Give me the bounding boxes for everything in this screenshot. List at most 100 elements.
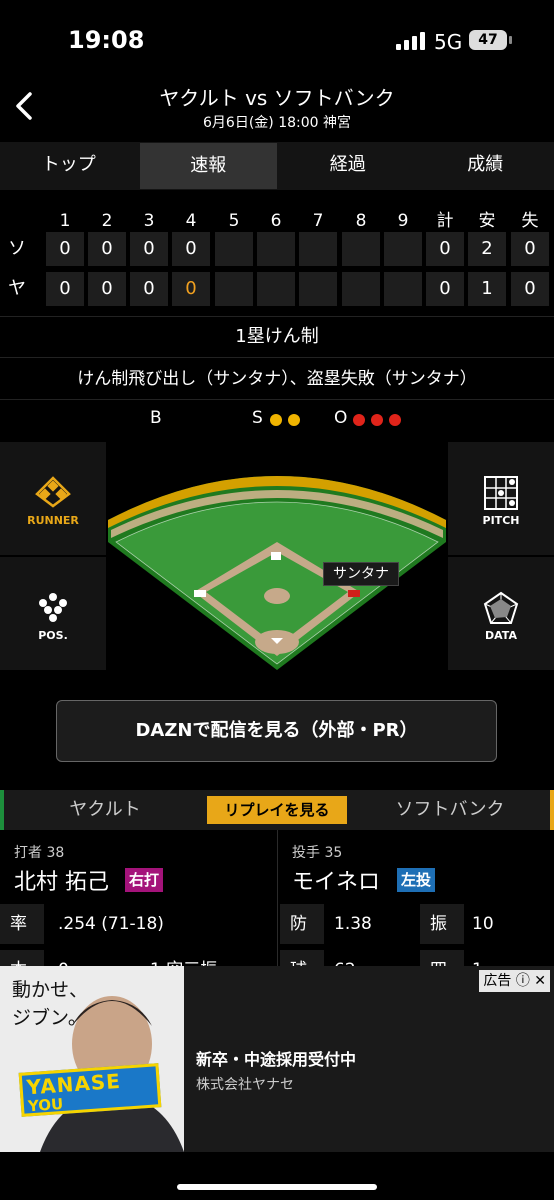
inning-score (257, 232, 295, 266)
strike-indicator (270, 414, 282, 426)
ad-title: 新卒・中途採用受付中 (196, 1050, 357, 1069)
total-hits: 2 (468, 232, 506, 266)
inning-score-current: 0 (172, 272, 210, 306)
batter-hand-badge: 右打 (125, 868, 164, 892)
inning-score: 0 (88, 272, 126, 306)
home-team-tab[interactable]: ヤクルト (30, 790, 180, 830)
dazn-stream-button[interactable]: DAZNで配信を見る（外部・PR） (56, 700, 497, 762)
away-team-color (550, 790, 554, 830)
pitcher-role: 投手 35 (292, 845, 343, 861)
logo-text: YOU (27, 1094, 64, 1116)
team-abbr: ソ (8, 238, 26, 259)
game-info: 6月6日(金) 18:00 神宮 (203, 115, 351, 131)
logo-text: YANASE (25, 1068, 122, 1100)
tab-stats[interactable]: 成績 (417, 142, 554, 190)
runner-diamond-icon (35, 476, 71, 508)
total-errors: 0 (511, 272, 549, 306)
stat-label: 防 (280, 904, 324, 944)
signal-icon (396, 32, 426, 50)
total-runs: 0 (426, 272, 464, 306)
ad-label[interactable]: 広告 ⓘ ✕ (479, 970, 550, 992)
out-indicator (353, 414, 365, 426)
replay-button[interactable]: リプレイを見る (207, 796, 347, 824)
tab-live[interactable]: 速報 (139, 143, 277, 189)
inning-score: 0 (46, 232, 84, 266)
stat-value: 1.38 (334, 914, 372, 934)
inning-score (215, 272, 253, 306)
tab-progress[interactable]: 経過 (279, 142, 417, 190)
strikes-label: S (252, 408, 263, 428)
stat-label: 率 (0, 904, 44, 944)
page-title: ヤクルト vs ソフトバンク (159, 86, 395, 110)
divider (0, 357, 554, 358)
batter-panel[interactable]: 打者 38 北村 拓己 右打 (0, 830, 277, 902)
total-hits: 1 (468, 272, 506, 306)
ad-copy: 動かせ、ジブン。 (12, 979, 89, 1029)
page-header: ヤクルト vs ソフトバンク 6月6日(金) 18:00 神宮 (0, 78, 554, 136)
field-diagram (108, 476, 446, 670)
out-indicator (371, 414, 383, 426)
scoreboard-row-home: ヤ 0 0 0 0 0 1 0 (0, 272, 554, 308)
out-indicator (389, 414, 401, 426)
pitcher-name: モイネロ (292, 870, 381, 895)
inning-score: 0 (88, 232, 126, 266)
battery-tip (509, 36, 512, 44)
tab-top[interactable]: トップ (0, 142, 138, 190)
ad-advertiser: 株式会社ヤナセ (196, 1077, 294, 1093)
inning-score (257, 272, 295, 306)
away-team-tab[interactable]: ソフトバンク (360, 790, 540, 830)
data-button[interactable]: DATA (448, 557, 554, 670)
positions-icon (39, 593, 67, 622)
pitch-button[interactable]: PITCH (448, 442, 554, 555)
status-time: 19:08 (68, 26, 145, 54)
info-icon[interactable]: ⓘ (516, 973, 530, 989)
ad-banner[interactable]: 動かせ、ジブン。 YANASE YOU 新卒・中途採用受付中 株式会社ヤナセ 広… (0, 966, 554, 1152)
tab-bar: トップ 速報 経過 成績 (0, 142, 554, 190)
pitcher-panel[interactable]: 投手 35 モイネロ 左投 (278, 830, 554, 902)
stat-value: 10 (472, 914, 494, 934)
pitch-label: PITCH (482, 514, 520, 527)
divider (0, 316, 554, 317)
home-indicator[interactable] (177, 1184, 377, 1190)
play-description: けん制飛び出し（サンタナ）、盗塁失敗（サンタナ） (77, 369, 477, 389)
positions-button[interactable]: POS. (0, 557, 106, 670)
total-runs: 0 (426, 232, 464, 266)
inning-score: 0 (130, 272, 168, 306)
positions-label: POS. (38, 629, 68, 642)
data-label: DATA (485, 629, 517, 642)
battery-icon: 47 (469, 30, 507, 50)
close-icon[interactable]: ✕ (534, 973, 546, 989)
runner-button[interactable]: RUNNER (0, 442, 106, 555)
inning-score (299, 232, 337, 266)
scoreboard-row-away: ソ 0 0 0 0 0 2 0 (0, 232, 554, 268)
inning-score: 0 (130, 232, 168, 266)
batter-role: 打者 38 (14, 845, 65, 861)
inning-score (299, 272, 337, 306)
divider (0, 399, 554, 400)
inning-score (384, 232, 422, 266)
team-bar: ヤクルト リプレイを見る ソフトバンク (0, 790, 554, 830)
outs-label: O (334, 408, 348, 428)
inning-score (342, 232, 380, 266)
ad-tag-text: 広告 (483, 973, 512, 989)
status-bar: 19:08 5G 47 (0, 0, 554, 70)
balls-label: B (150, 408, 162, 428)
pitcher-hand-badge: 左投 (397, 868, 436, 892)
team-abbr: ヤ (8, 278, 26, 299)
player-stats: 率 .254 (71-18) 本 0 1 空三振 防 1.38 振 10 球 6… (0, 904, 554, 968)
ball-count: B S O (0, 406, 554, 434)
runner-label: RUNNER (27, 514, 79, 527)
inning-score: 0 (46, 272, 84, 306)
baseball-field (108, 442, 446, 670)
total-errors: 0 (511, 232, 549, 266)
inning-score: 0 (172, 232, 210, 266)
pitch-grid-icon (484, 476, 518, 510)
home-team-color (0, 790, 4, 830)
batter-name: 北村 拓己 (14, 870, 109, 895)
ad-image: 動かせ、ジブン。 YANASE YOU (0, 966, 184, 1152)
runner-name-label: サンタナ (323, 562, 399, 586)
play-situation: 1塁けん制 (235, 326, 319, 347)
network-label: 5G (434, 30, 463, 54)
strike-indicator (288, 414, 300, 426)
radar-chart-icon (483, 591, 519, 624)
